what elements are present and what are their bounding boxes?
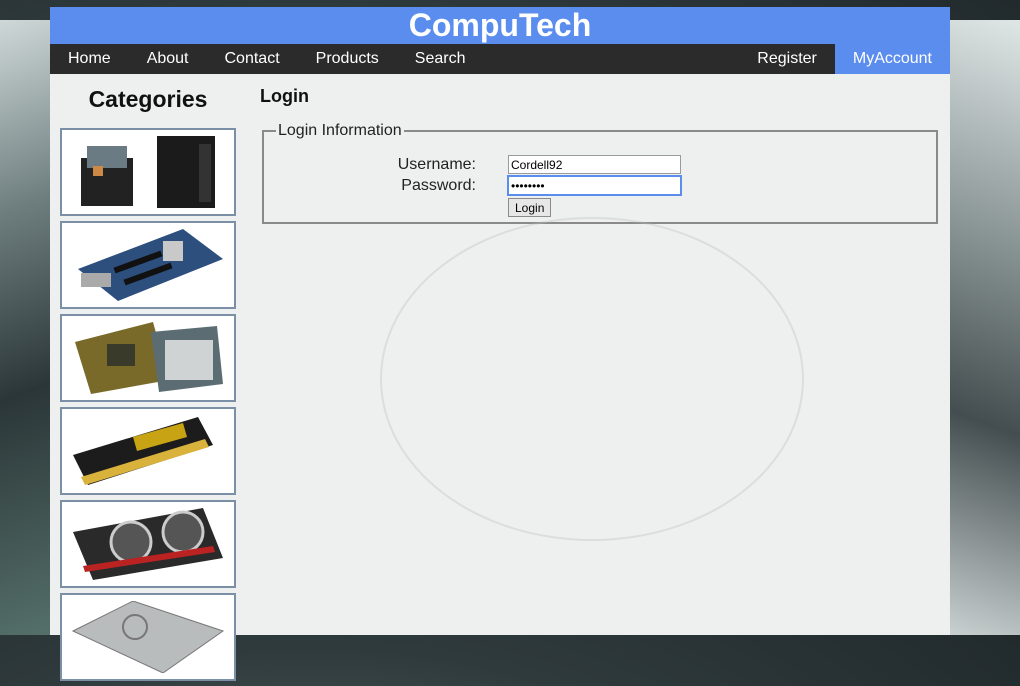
main-content: Login Login Information Username: Passwo… [260,74,940,224]
category-desktops[interactable] [60,128,236,216]
cpu-processor-icon [75,322,223,394]
password-input[interactable] [507,175,682,196]
nav-search[interactable]: Search [397,44,484,74]
category-memory[interactable] [60,407,236,495]
username-label: Username: [397,156,476,173]
login-button[interactable]: Login [508,198,552,217]
category-graphics-cards[interactable] [60,500,236,588]
motherboard-icon [78,229,223,301]
hard-drive-icon [72,601,224,673]
page-title: Login [260,86,309,106]
nav-home[interactable]: Home [50,44,129,74]
memory-ram-icon [73,417,213,485]
nav-products[interactable]: Products [298,44,397,74]
category-motherboards[interactable] [60,221,236,309]
category-processors[interactable] [60,314,236,402]
nav-about[interactable]: About [129,44,207,74]
category-storage[interactable] [60,593,236,681]
nav-register[interactable]: Register [739,44,835,74]
desktop-computers-icon [81,136,215,208]
graphics-card-icon [73,508,223,580]
page-container: CompuTech Home About Contact Products Se… [50,7,950,681]
categories-title: Categories [88,86,208,112]
site-title: CompuTech [50,7,950,44]
nav-spacer [483,44,739,74]
nav-myaccount[interactable]: MyAccount [834,44,950,74]
categories-sidebar: Categories [60,74,236,686]
login-legend: Login Information [278,122,402,139]
background-right-decoration [950,20,1020,635]
top-nav: Home About Contact Products Search Regis… [50,44,950,74]
username-input[interactable] [508,155,681,174]
password-label: Password: [401,177,476,194]
nav-contact[interactable]: Contact [207,44,298,74]
login-fieldset: Login Information Username: Password: Lo… [262,122,938,224]
